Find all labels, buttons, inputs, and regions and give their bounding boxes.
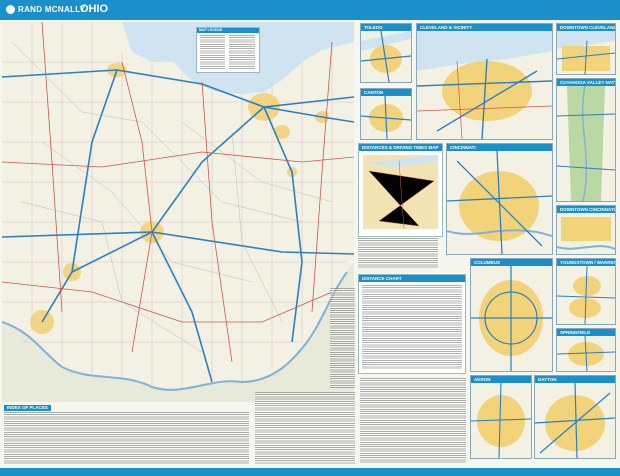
inset-title: DOWNTOWN CINCINNATI — [557, 206, 615, 213]
inset-cincinnati[interactable]: CINCINNATI — [446, 143, 553, 255]
distance-chart-table — [362, 285, 462, 369]
legend-entries-right — [229, 35, 255, 69]
inset-springfield[interactable]: SPRINGFIELD — [556, 328, 616, 372]
inset-map-toledo — [361, 31, 411, 82]
inset-title: DOWNTOWN CLEVELAND — [557, 24, 615, 31]
inset-map-canton — [361, 96, 411, 139]
map-header-bar: RAND MCNALLY OHIO — [0, 0, 620, 20]
index-of-places-list-2 — [255, 392, 355, 464]
inset-map-cuyahoga — [557, 86, 615, 201]
inset-title: AKRON — [471, 376, 531, 383]
inset-youngstown-warren[interactable]: YOUNGSTOWN / WARREN — [556, 258, 616, 325]
map-title: OHIO — [80, 3, 109, 15]
publisher-name: RAND MCNALLY — [18, 5, 86, 14]
inset-dayton[interactable]: DAYTON — [534, 375, 616, 459]
distance-chart-panel[interactable]: DISTANCE CHART — [358, 274, 466, 374]
inset-title: COLUMBUS — [471, 259, 552, 266]
map-legend: MAP LEGEND — [196, 27, 260, 73]
map-footer-bar — [0, 468, 620, 476]
inset-akron[interactable]: AKRON — [470, 375, 532, 459]
panel-title: DISTANCES & DRIVING TIMES MAP — [359, 144, 442, 151]
inset-title: YOUNGSTOWN / WARREN — [557, 259, 615, 266]
inset-map-youngstown — [557, 266, 615, 324]
inset-title: SPRINGFIELD — [557, 329, 615, 336]
index-of-places-list — [4, 412, 249, 464]
mileage-notes — [358, 238, 438, 268]
inset-downtown-cincinnati[interactable]: DOWNTOWN CINCINNATI — [556, 205, 616, 255]
inset-title: CLEVELAND & VICINITY — [417, 24, 552, 31]
inset-downtown-cleveland[interactable]: DOWNTOWN CLEVELAND — [556, 23, 616, 75]
inset-map-downtown-cincinnati — [557, 217, 615, 250]
panel-title: DISTANCE CHART — [359, 275, 465, 282]
inset-toledo[interactable]: TOLEDO — [360, 23, 412, 83]
inset-cleveland-vicinity[interactable]: CLEVELAND & VICINITY — [416, 23, 553, 140]
globe-icon — [6, 5, 15, 14]
inset-title: CINCINNATI — [447, 144, 552, 151]
inset-map-cincinnati — [447, 151, 552, 254]
index-title: INDEX OF PLACES — [4, 405, 51, 411]
legend-entries-left — [200, 35, 225, 69]
inset-title: CUYAHOGA VALLEY NAT'L PARK — [557, 79, 615, 86]
publisher-logo: RAND MCNALLY — [6, 5, 85, 14]
inset-columbus[interactable]: COLUMBUS — [470, 258, 553, 372]
inset-map-springfield — [557, 336, 615, 371]
mileage-map-panel[interactable]: DISTANCES & DRIVING TIMES MAP — [358, 143, 443, 237]
inset-cuyahoga-valley-park[interactable]: CUYAHOGA VALLEY NAT'L PARK — [556, 78, 616, 202]
index-of-places-list-4 — [360, 378, 466, 464]
mileage-mini-map — [363, 155, 438, 230]
map-background — [2, 22, 354, 402]
inset-canton[interactable]: CANTON — [360, 88, 412, 140]
index-of-places-list-3 — [330, 288, 355, 388]
inset-title: CANTON — [361, 89, 411, 96]
inset-map-dayton — [535, 383, 615, 458]
inset-map-cleveland — [417, 31, 552, 139]
inset-title: TOLEDO — [361, 24, 411, 31]
inset-map-columbus — [471, 266, 552, 371]
legend-title: MAP LEGEND — [197, 28, 259, 33]
inset-title: DAYTON — [535, 376, 615, 383]
ohio-state-map[interactable] — [2, 22, 354, 402]
inset-map-akron — [471, 383, 531, 458]
inset-map-downtown-cleveland — [557, 31, 615, 74]
